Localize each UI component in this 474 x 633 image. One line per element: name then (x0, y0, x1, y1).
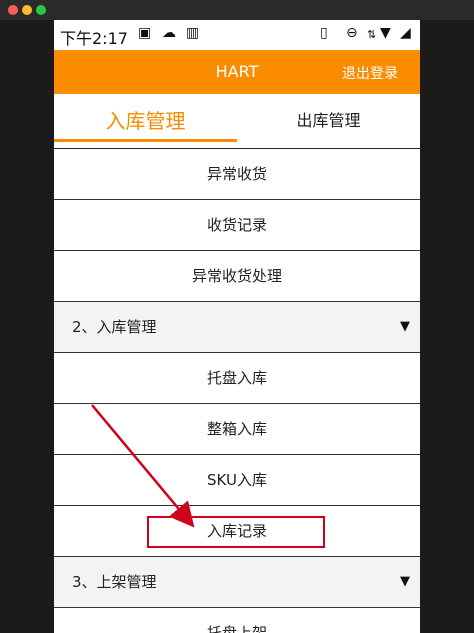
phone-screen: 下午2:17 ▣ ☁ ▥ ▯ ⊖ ⇅ ▼ ◢ HART 退出登录 入库管理 出库… (54, 20, 420, 633)
image-icon: ▣ (138, 25, 152, 41)
tab-outbound-management[interactable]: 出库管理 (237, 94, 420, 148)
menu-list: 异常收货 收货记录 异常收货处理 2、入库管理 ▼ 托盘入库 整箱入库 SKU入… (54, 149, 420, 633)
section-header-putaway[interactable]: 3、上架管理 ▼ (54, 557, 420, 608)
barcode-icon: ▥ (186, 25, 200, 41)
menu-item-inbound-records[interactable]: 入库记录 (54, 506, 420, 557)
do-not-disturb-icon: ⊖ (346, 25, 358, 41)
logout-button[interactable]: 退出登录 (342, 63, 398, 83)
menu-item-abnormal-receipt-handling[interactable]: 异常收货处理 (54, 251, 420, 302)
caret-down-icon: ▼ (400, 574, 410, 589)
close-window-button[interactable] (8, 5, 18, 15)
cloud-sync-icon: ☁ (162, 25, 176, 41)
status-time: 下午2:17 (60, 29, 128, 48)
window-titlebar (0, 0, 474, 20)
caret-down-icon: ▼ (400, 319, 410, 334)
menu-item-receipt-records[interactable]: 收货记录 (54, 200, 420, 251)
active-tab-indicator (54, 139, 237, 142)
menu-item-sku-inbound[interactable]: SKU入库 (54, 455, 420, 506)
vibrate-icon: ▯ (320, 25, 328, 41)
menu-item-pallet-putaway[interactable]: 托盘上架 (54, 608, 420, 633)
signal-icon: ◢ (400, 25, 411, 41)
data-transfer-icon: ⇅ (367, 28, 377, 41)
menu-item-pallet-inbound[interactable]: 托盘入库 (54, 353, 420, 404)
status-bar: 下午2:17 ▣ ☁ ▥ ▯ ⊖ ⇅ ▼ ◢ (54, 20, 420, 50)
maximize-window-button[interactable] (36, 5, 46, 15)
tab-bar: 入库管理 出库管理 (54, 94, 420, 149)
section-label: 2、入库管理 (72, 318, 157, 336)
menu-item-case-inbound[interactable]: 整箱入库 (54, 404, 420, 455)
minimize-window-button[interactable] (22, 5, 32, 15)
wifi-icon: ▼ (380, 25, 391, 41)
section-label: 3、上架管理 (72, 573, 157, 591)
menu-item-abnormal-receipt[interactable]: 异常收货 (54, 149, 420, 200)
section-header-inbound[interactable]: 2、入库管理 ▼ (54, 302, 420, 353)
app-header: HART 退出登录 (54, 50, 420, 94)
